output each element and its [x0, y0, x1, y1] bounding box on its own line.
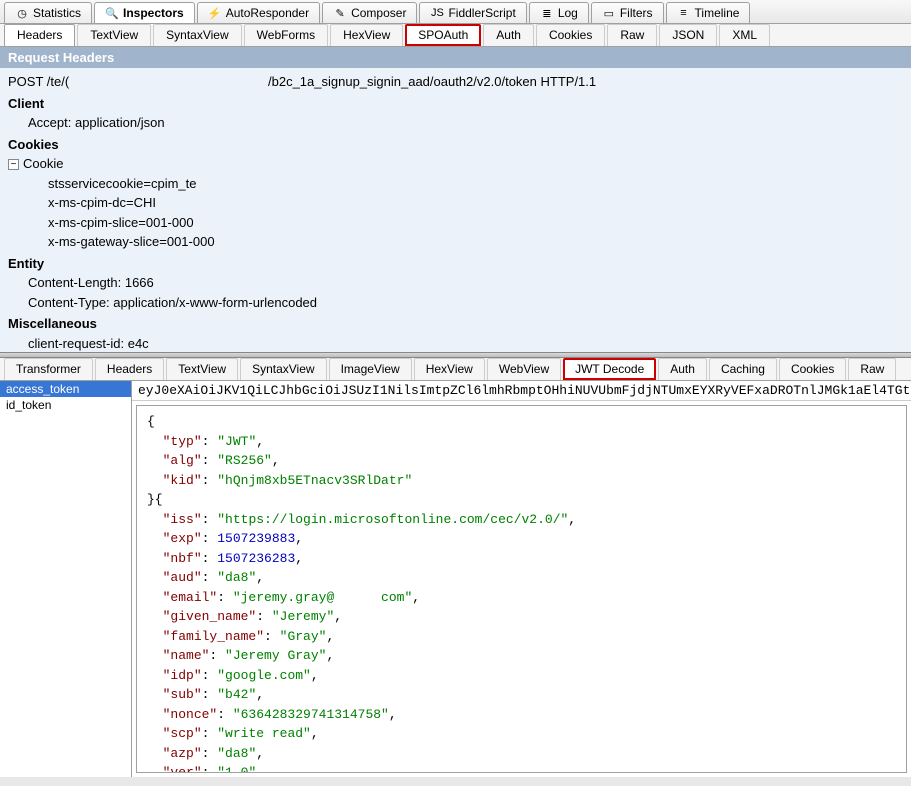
main-tab-autoresponder[interactable]: ⚡ AutoResponder — [197, 2, 320, 23]
header-group-client: Client — [8, 94, 903, 114]
header-value: Content-Type: application/x-www-form-url… — [8, 293, 903, 313]
req-tab-cookies[interactable]: Cookies — [536, 24, 605, 46]
req-tab-syntaxview[interactable]: SyntaxView — [153, 24, 241, 46]
tab-label: Inspectors — [123, 6, 184, 20]
resp-tab-cookies[interactable]: Cookies — [779, 358, 846, 380]
timeline-icon: ≡ — [677, 6, 691, 20]
composer-icon: ✎ — [333, 6, 347, 20]
tab-label: Filters — [620, 6, 653, 20]
header-value: x-ms-cpim-slice=001-000 — [8, 213, 903, 233]
resp-tab-hexview[interactable]: HexView — [414, 358, 485, 380]
tab-label: Log — [558, 6, 578, 20]
header-value: stsservicecookie=cpim_te — [8, 174, 903, 194]
req-tab-json[interactable]: JSON — [659, 24, 717, 46]
token-list: access_tokenid_token — [0, 381, 132, 777]
req-tab-webforms[interactable]: WebForms — [244, 24, 328, 46]
header-group-entity: Entity — [8, 254, 903, 274]
resp-tab-syntaxview[interactable]: SyntaxView — [240, 358, 326, 380]
main-tab-statistics[interactable]: ◷ Statistics — [4, 2, 92, 23]
req-tab-raw[interactable]: Raw — [607, 24, 657, 46]
tab-label: Statistics — [33, 6, 81, 20]
inspectors-icon: 🔍 — [105, 6, 119, 20]
resp-tab-imageview[interactable]: ImageView — [329, 358, 412, 380]
collapse-icon[interactable]: − — [8, 159, 19, 170]
autoresponder-icon: ⚡ — [208, 6, 222, 20]
statistics-icon: ◷ — [15, 6, 29, 20]
resp-tab-headers[interactable]: Headers — [95, 358, 164, 380]
main-tab-log[interactable]: ≣ Log — [529, 2, 589, 23]
resp-tab-webview[interactable]: WebView — [487, 358, 561, 380]
req-tab-hexview[interactable]: HexView — [330, 24, 403, 46]
request-line: POST /te/(/b2c_1a_signup_signin_aad/oaut… — [8, 72, 903, 92]
token-item-access_token[interactable]: access_token — [0, 381, 131, 397]
request-headers-panel: POST /te/(/b2c_1a_signup_signin_aad/oaut… — [0, 68, 911, 352]
main-tab-fiddlerscript[interactable]: JS FiddlerScript — [419, 2, 526, 23]
tab-label: Timeline — [695, 6, 740, 20]
jwt-decode-panel: access_tokenid_token eyJ0eXAiOiJKV1QiLCJ… — [0, 381, 911, 777]
req-tab-spoauth[interactable]: SPOAuth — [405, 24, 481, 46]
header-group-cookies: Cookies — [8, 135, 903, 155]
req-tab-auth[interactable]: Auth — [483, 24, 534, 46]
header-value: Content-Length: 1666 — [8, 273, 903, 293]
fiddlerscript-icon: JS — [430, 6, 444, 20]
header-value: x-ms-cpim-dc=CHI — [8, 193, 903, 213]
token-item-id_token[interactable]: id_token — [0, 397, 131, 413]
main-tab-inspectors[interactable]: 🔍 Inspectors — [94, 2, 195, 23]
header-value: client-request-id: e4c — [8, 334, 903, 353]
header-group-miscellaneous: Miscellaneous — [8, 314, 903, 334]
tab-label: FiddlerScript — [448, 6, 515, 20]
resp-tab-jwt-decode[interactable]: JWT Decode — [563, 358, 656, 380]
tab-label: Composer — [351, 6, 406, 20]
resp-tab-textview[interactable]: TextView — [166, 358, 238, 380]
resp-tab-caching[interactable]: Caching — [709, 358, 777, 380]
main-tab-bar: ◷ Statistics 🔍 Inspectors ⚡ AutoResponder ✎ Com… — [0, 0, 911, 24]
req-tab-headers[interactable]: Headers — [4, 24, 75, 46]
main-tab-filters[interactable]: ▭ Filters — [591, 2, 664, 23]
resp-tab-transformer[interactable]: Transformer — [4, 358, 93, 380]
req-tab-xml[interactable]: XML — [719, 24, 770, 46]
tab-label: AutoResponder — [226, 6, 309, 20]
raw-token-text: eyJ0eXAiOiJKV1QiLCJhbGciOiJSUzI1NilsImtp… — [132, 381, 911, 401]
main-tab-timeline[interactable]: ≡ Timeline — [666, 2, 751, 23]
request-sub-tabs: HeadersTextViewSyntaxViewWebFormsHexView… — [0, 24, 911, 47]
resp-tab-auth[interactable]: Auth — [658, 358, 707, 380]
header-value: Accept: application/json — [8, 113, 903, 133]
log-icon: ≣ — [540, 6, 554, 20]
decoded-json: { "typ": "JWT", "alg": "RS256", "kid": "… — [136, 405, 907, 773]
section-header: Request Headers — [0, 47, 911, 68]
header-value: x-ms-gateway-slice=001-000 — [8, 232, 903, 252]
response-sub-tabs: TransformerHeadersTextViewSyntaxViewImag… — [0, 358, 911, 381]
resp-tab-raw[interactable]: Raw — [848, 358, 896, 380]
filters-icon: ▭ — [602, 6, 616, 20]
header-subgroup: −Cookie — [8, 154, 903, 174]
req-tab-textview[interactable]: TextView — [77, 24, 151, 46]
main-tab-composer[interactable]: ✎ Composer — [322, 2, 417, 23]
token-detail: eyJ0eXAiOiJKV1QiLCJhbGciOiJSUzI1NilsImtp… — [132, 381, 911, 777]
